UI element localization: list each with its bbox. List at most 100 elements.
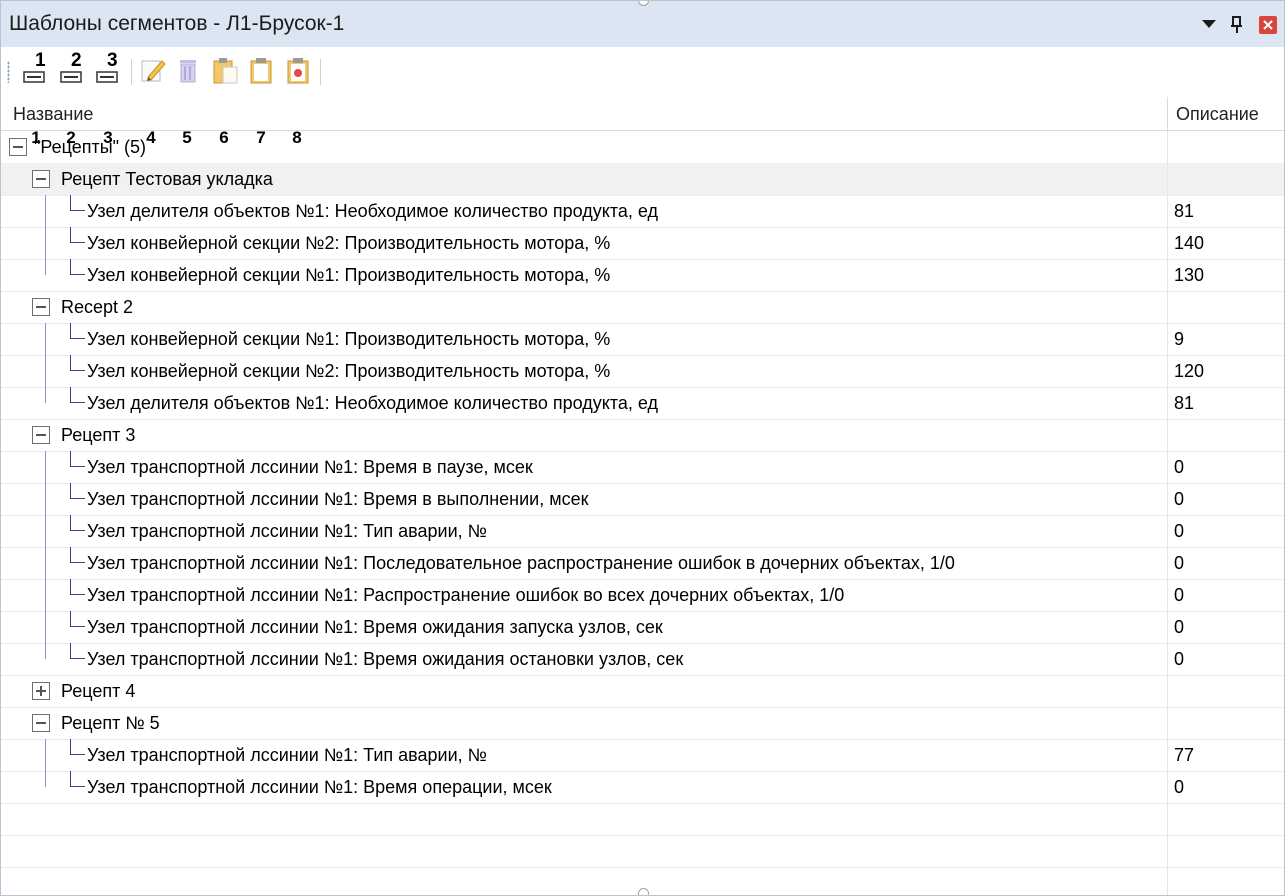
recipe-row[interactable]: Рецепт 3: [1, 419, 1284, 452]
column-divider[interactable]: [1167, 97, 1168, 130]
parameter-value: 81: [1174, 393, 1195, 413]
parameter-row[interactable]: Узел транспортной лссинии №1: Время в вы…: [1, 483, 1284, 516]
empty-row[interactable]: [1, 803, 1284, 836]
tree-connector-line: [45, 227, 46, 259]
tool-badge: 3: [107, 50, 118, 71]
parameter-row[interactable]: Узел транспортной лссинии №1: Время ожид…: [1, 643, 1284, 676]
collapse-icon[interactable]: [32, 426, 50, 444]
tree-connector-line: [70, 579, 71, 595]
tree-connector-line: [70, 451, 71, 467]
column-divider: [1167, 387, 1168, 419]
parameter-name: Узел транспортной лссинии №1: Тип аварии…: [87, 521, 487, 541]
tree-connector-line: [70, 643, 71, 659]
recipe-label: Рецепт № 5: [61, 713, 160, 733]
column-divider: [1167, 259, 1168, 291]
tree-connector-line: [70, 754, 85, 755]
paste-button[interactable]: [210, 55, 240, 85]
tree-connector-line: [45, 643, 46, 659]
parameter-row[interactable]: Узел делителя объектов №1: Необходимое к…: [1, 195, 1284, 228]
empty-row[interactable]: [1, 835, 1284, 868]
tree-connector-line: [45, 515, 46, 547]
parameter-row[interactable]: Узел транспортной лссинии №1: Время опер…: [1, 771, 1284, 804]
resize-handle-bottom[interactable]: [638, 888, 649, 895]
tree-connector-line: [70, 274, 85, 275]
parameter-row[interactable]: Узел транспортной лссинии №1: Время ожид…: [1, 611, 1284, 644]
parameter-value: 81: [1174, 201, 1195, 221]
tree-connector-line: [45, 483, 46, 515]
tree-connector-line: [70, 530, 85, 531]
toolbar-grip[interactable]: [7, 61, 10, 83]
parameter-row[interactable]: Узел конвейерной секции №1: Производител…: [1, 323, 1284, 356]
column-header-name[interactable]: Название: [13, 104, 93, 125]
collapse-icon[interactable]: [9, 138, 27, 156]
tree-connector-line: [45, 355, 46, 387]
tree-connector-line: [70, 210, 85, 211]
expand-level-3-button[interactable]: 3: [94, 51, 124, 85]
parameter-row[interactable]: Узел транспортной лссинии №1: Распростра…: [1, 579, 1284, 612]
column-header-description[interactable]: Описание: [1176, 104, 1259, 125]
parameter-row[interactable]: Узел транспортной лссинии №1: Тип аварии…: [1, 739, 1284, 772]
tree-connector-line: [70, 338, 85, 339]
parameter-row[interactable]: Узел конвейерной секции №2: Производител…: [1, 355, 1284, 388]
clipboard-star-icon: [287, 58, 309, 84]
parameter-value: 9: [1174, 329, 1185, 349]
parameter-value: 77: [1174, 745, 1195, 765]
tree-connector-line: [70, 195, 71, 211]
trash-icon: [180, 60, 196, 83]
collapse-icon[interactable]: [32, 170, 50, 188]
parameter-row[interactable]: Узел делителя объектов №1: Необходимое к…: [1, 387, 1284, 420]
parameter-name: Узел конвейерной секции №1: Производител…: [87, 265, 611, 285]
tree-root-row[interactable]: "Рецепты" (5): [1, 131, 1284, 164]
column-divider: [1167, 131, 1168, 163]
toolbar: 1 1 2 2 3 3 4 5 6 7 8: [1, 47, 1284, 146]
tree-connector-line: [70, 611, 71, 627]
parameter-name: Узел транспортной лссинии №1: Распростра…: [87, 585, 845, 605]
column-divider: [1167, 739, 1168, 771]
close-icon[interactable]: [1259, 16, 1277, 34]
tree-connector-line: [70, 594, 85, 595]
expand-level-1-button[interactable]: 1: [21, 51, 51, 85]
recipe-row[interactable]: Recept 2: [1, 291, 1284, 324]
paste-icon: [213, 58, 238, 84]
tree-connector-line: [70, 498, 85, 499]
column-divider: [1167, 291, 1168, 323]
parameter-value: 0: [1174, 489, 1185, 509]
recipe-label: Рецепт 4: [61, 681, 136, 701]
edit-button[interactable]: [138, 55, 168, 85]
window-menu-dropdown-icon[interactable]: [1198, 11, 1220, 37]
pin-icon[interactable]: [1226, 11, 1248, 37]
recipe-row[interactable]: Рецепт Тестовая укладка: [1, 163, 1284, 196]
tree-connector-line: [45, 323, 46, 355]
tree-connector-line: [45, 387, 46, 403]
parameter-row[interactable]: Узел транспортной лссинии №1: Тип аварии…: [1, 515, 1284, 548]
delete-button[interactable]: [174, 55, 204, 85]
parameter-row[interactable]: Узел конвейерной секции №1: Производител…: [1, 259, 1284, 292]
tree-connector-line: [70, 259, 71, 275]
tree-connector-line: [70, 402, 85, 403]
parameter-value: 0: [1174, 617, 1185, 637]
recipe-label: Рецепт 3: [61, 425, 136, 445]
recipe-row[interactable]: Рецепт № 5: [1, 707, 1284, 740]
parameter-row[interactable]: Узел конвейерной секции №2: Производител…: [1, 227, 1284, 260]
parameter-name: Узел транспортной лссинии №1: Тип аварии…: [87, 745, 487, 765]
parameter-row[interactable]: Узел транспортной лссинии №1: Время в па…: [1, 451, 1284, 484]
parameter-value: 130: [1174, 265, 1205, 285]
tree-root-label: "Рецепты" (5): [34, 137, 147, 157]
expand-level-2-button[interactable]: 2: [58, 51, 88, 85]
column-divider: [1167, 579, 1168, 611]
tree-connector-line: [70, 515, 71, 531]
recipe-row[interactable]: Рецепт 4: [1, 675, 1284, 708]
column-divider: [1167, 227, 1168, 259]
expand-icon[interactable]: [32, 682, 50, 700]
tree-connector-line: [70, 355, 71, 371]
collapse-icon[interactable]: [32, 714, 50, 732]
tree-connector-line: [45, 451, 46, 483]
parameter-row[interactable]: Узел транспортной лссинии №1: Последоват…: [1, 547, 1284, 580]
column-divider: [1167, 323, 1168, 355]
clipboard-special-button[interactable]: [283, 55, 313, 85]
clipboard-button[interactable]: [246, 55, 276, 85]
tree-connector-line: [70, 387, 71, 403]
tree-connector-line: [45, 579, 46, 611]
tree-connector-line: [45, 547, 46, 579]
collapse-icon[interactable]: [32, 298, 50, 316]
